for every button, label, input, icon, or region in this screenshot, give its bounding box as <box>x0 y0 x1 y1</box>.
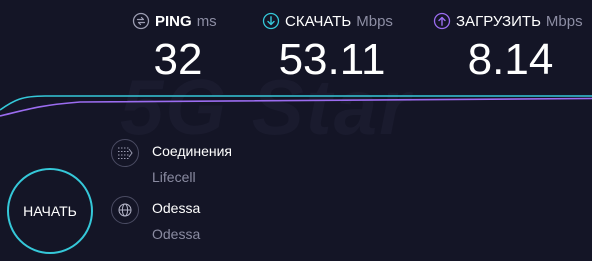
upload-header: ЗАГРУЗИТЬ Mbps <box>433 8 588 34</box>
upload-unit: Mbps <box>545 12 583 30</box>
connections-icon <box>118 147 133 159</box>
connections-title: Соединения <box>152 143 233 159</box>
globe-icon-circle <box>111 196 139 224</box>
ping-icon <box>132 12 150 30</box>
ping-label: PING <box>155 12 192 30</box>
download-metric: СКАЧАТЬ Mbps 53.11 <box>262 8 402 84</box>
ping-header: PING ms <box>132 8 224 34</box>
connections-row[interactable]: Соединения Lifecell <box>111 139 232 186</box>
globe-icon <box>118 203 132 217</box>
server-title: Odessa <box>152 200 201 216</box>
download-header: СКАЧАТЬ Mbps <box>262 8 402 34</box>
ping-metric: PING ms 32 <box>132 8 224 84</box>
download-label: СКАЧАТЬ <box>285 12 352 30</box>
upload-value: 8.14 <box>467 35 554 84</box>
connections-icon-circle <box>111 139 139 167</box>
server-location: Odessa <box>152 226 201 242</box>
speed-graph <box>0 95 592 117</box>
upload-metric: ЗАГРУЗИТЬ Mbps 8.14 <box>433 8 588 84</box>
start-button[interactable]: НАЧАТЬ <box>7 168 93 254</box>
upload-label: ЗАГРУЗИТЬ <box>456 12 541 30</box>
download-speed-line <box>0 95 592 111</box>
download-unit: Mbps <box>356 12 393 30</box>
ping-unit: ms <box>196 12 217 30</box>
upload-arrow-icon <box>433 12 451 30</box>
upload-speed-line <box>0 97 592 117</box>
provider-name: Lifecell <box>152 169 196 185</box>
server-row[interactable]: Odessa Odessa <box>111 196 200 243</box>
download-arrow-icon <box>262 12 280 30</box>
ping-value: 32 <box>153 35 203 84</box>
download-value: 53.11 <box>278 35 386 84</box>
